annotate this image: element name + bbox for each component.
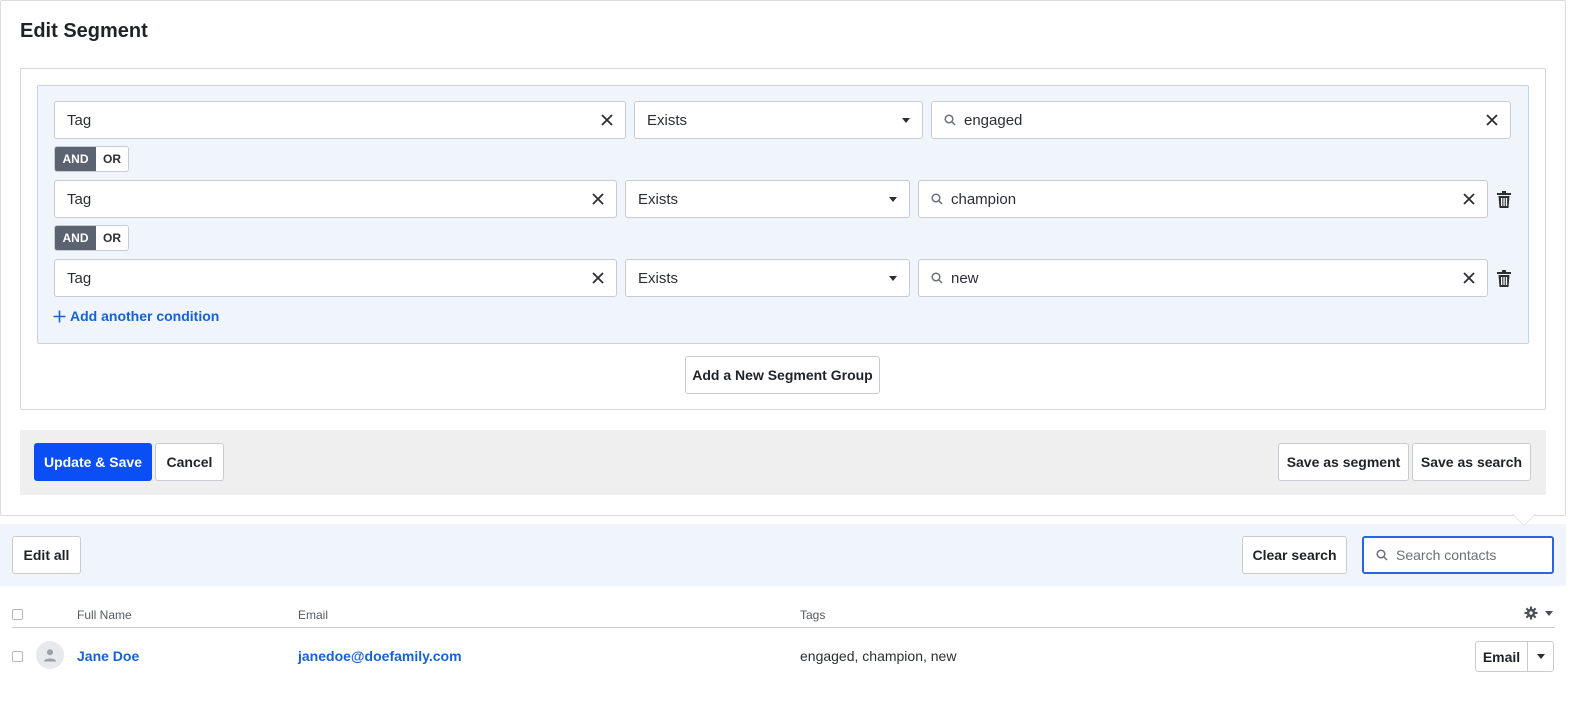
search-contacts-field[interactable] [1362, 536, 1577, 574]
plus-icon [53, 310, 66, 322]
clear-value-button[interactable] [1455, 260, 1483, 296]
search-icon [1376, 549, 1388, 561]
condition-operator-select[interactable]: Exists [634, 101, 923, 139]
email-split-button: Email [1475, 641, 1554, 672]
trash-icon [1497, 269, 1511, 287]
cancel-button[interactable]: Cancel [155, 443, 224, 481]
condition-operator-value: Exists [638, 269, 679, 287]
and-or-toggle[interactable]: AND OR [54, 146, 129, 172]
column-header-full-name[interactable]: Full Name [77, 608, 132, 622]
user-icon [44, 649, 56, 662]
or-option[interactable]: OR [96, 147, 128, 171]
and-option[interactable]: AND [55, 147, 96, 171]
delete-condition-button[interactable] [1494, 187, 1514, 211]
or-option[interactable]: OR [96, 226, 128, 250]
condition-field-select[interactable]: Tag [54, 101, 626, 139]
clear-search-button[interactable]: Clear search [1242, 536, 1347, 574]
clear-value-button[interactable] [1478, 102, 1506, 138]
condition-value-text: champion [951, 190, 1017, 208]
close-icon [1486, 114, 1498, 126]
clear-value-button[interactable] [1455, 181, 1483, 217]
close-icon [601, 114, 613, 126]
column-header-tags[interactable]: Tags [800, 608, 825, 622]
update-save-button[interactable]: Update & Save [34, 443, 152, 481]
caret-down-icon [902, 117, 910, 123]
table-header-divider [12, 627, 1555, 628]
save-as-segment-button[interactable]: Save as segment [1278, 443, 1409, 481]
avatar [36, 641, 64, 669]
save-as-search-button[interactable]: Save as search [1412, 443, 1531, 481]
column-header-email[interactable]: Email [298, 608, 328, 622]
condition-field-value: Tag [67, 269, 92, 287]
row-checkbox[interactable] [12, 651, 23, 662]
clear-field-button[interactable] [584, 181, 612, 217]
condition-operator-value: Exists [647, 111, 688, 129]
condition-field-value: Tag [67, 111, 92, 129]
condition-value-text: new [951, 269, 979, 287]
page-title: Edit Segment [20, 20, 148, 42]
close-icon [1463, 193, 1475, 205]
close-icon [592, 272, 604, 284]
select-all-checkbox[interactable] [12, 609, 23, 620]
condition-field-select[interactable]: Tag [54, 259, 617, 297]
gear-icon [1524, 606, 1538, 620]
and-or-toggle[interactable]: AND OR [54, 225, 129, 251]
and-option[interactable]: AND [55, 226, 96, 250]
condition-value-text: engaged [964, 111, 1023, 129]
contact-name-link[interactable]: Jane Doe [77, 648, 139, 664]
edit-all-button[interactable]: Edit all [12, 536, 81, 574]
caret-down-icon [889, 275, 897, 281]
delete-condition-button[interactable] [1494, 266, 1514, 290]
close-icon [1463, 272, 1475, 284]
condition-operator-select[interactable]: Exists [625, 180, 910, 218]
column-settings-button[interactable] [1524, 606, 1553, 620]
add-condition-link[interactable]: Add another condition [53, 308, 219, 324]
clear-field-button[interactable] [593, 102, 621, 138]
close-icon [592, 193, 604, 205]
search-icon [931, 193, 943, 205]
search-contacts-input[interactable] [1396, 547, 1577, 563]
email-button[interactable]: Email [1476, 642, 1528, 671]
condition-value-input[interactable]: engaged [931, 101, 1511, 139]
trash-icon [1497, 190, 1511, 208]
popover-pointer-fill [1513, 514, 1535, 525]
caret-down-icon [1545, 610, 1553, 616]
add-segment-group-button[interactable]: Add a New Segment Group [685, 356, 880, 394]
condition-operator-value: Exists [638, 190, 679, 208]
contact-email-link[interactable]: janedoe@doefamily.com [298, 648, 462, 664]
add-condition-label: Add another condition [70, 308, 220, 324]
contact-tags: engaged, champion, new [800, 648, 957, 664]
clear-field-button[interactable] [584, 260, 612, 296]
caret-down-icon [889, 196, 897, 202]
caret-down-icon [1536, 654, 1545, 659]
condition-operator-select[interactable]: Exists [625, 259, 910, 297]
search-icon [931, 272, 943, 284]
condition-field-select[interactable]: Tag [54, 180, 617, 218]
condition-value-input[interactable]: champion [918, 180, 1488, 218]
email-options-dropdown[interactable] [1528, 642, 1553, 671]
search-icon [944, 114, 956, 126]
condition-value-input[interactable]: new [918, 259, 1488, 297]
condition-field-value: Tag [67, 190, 92, 208]
